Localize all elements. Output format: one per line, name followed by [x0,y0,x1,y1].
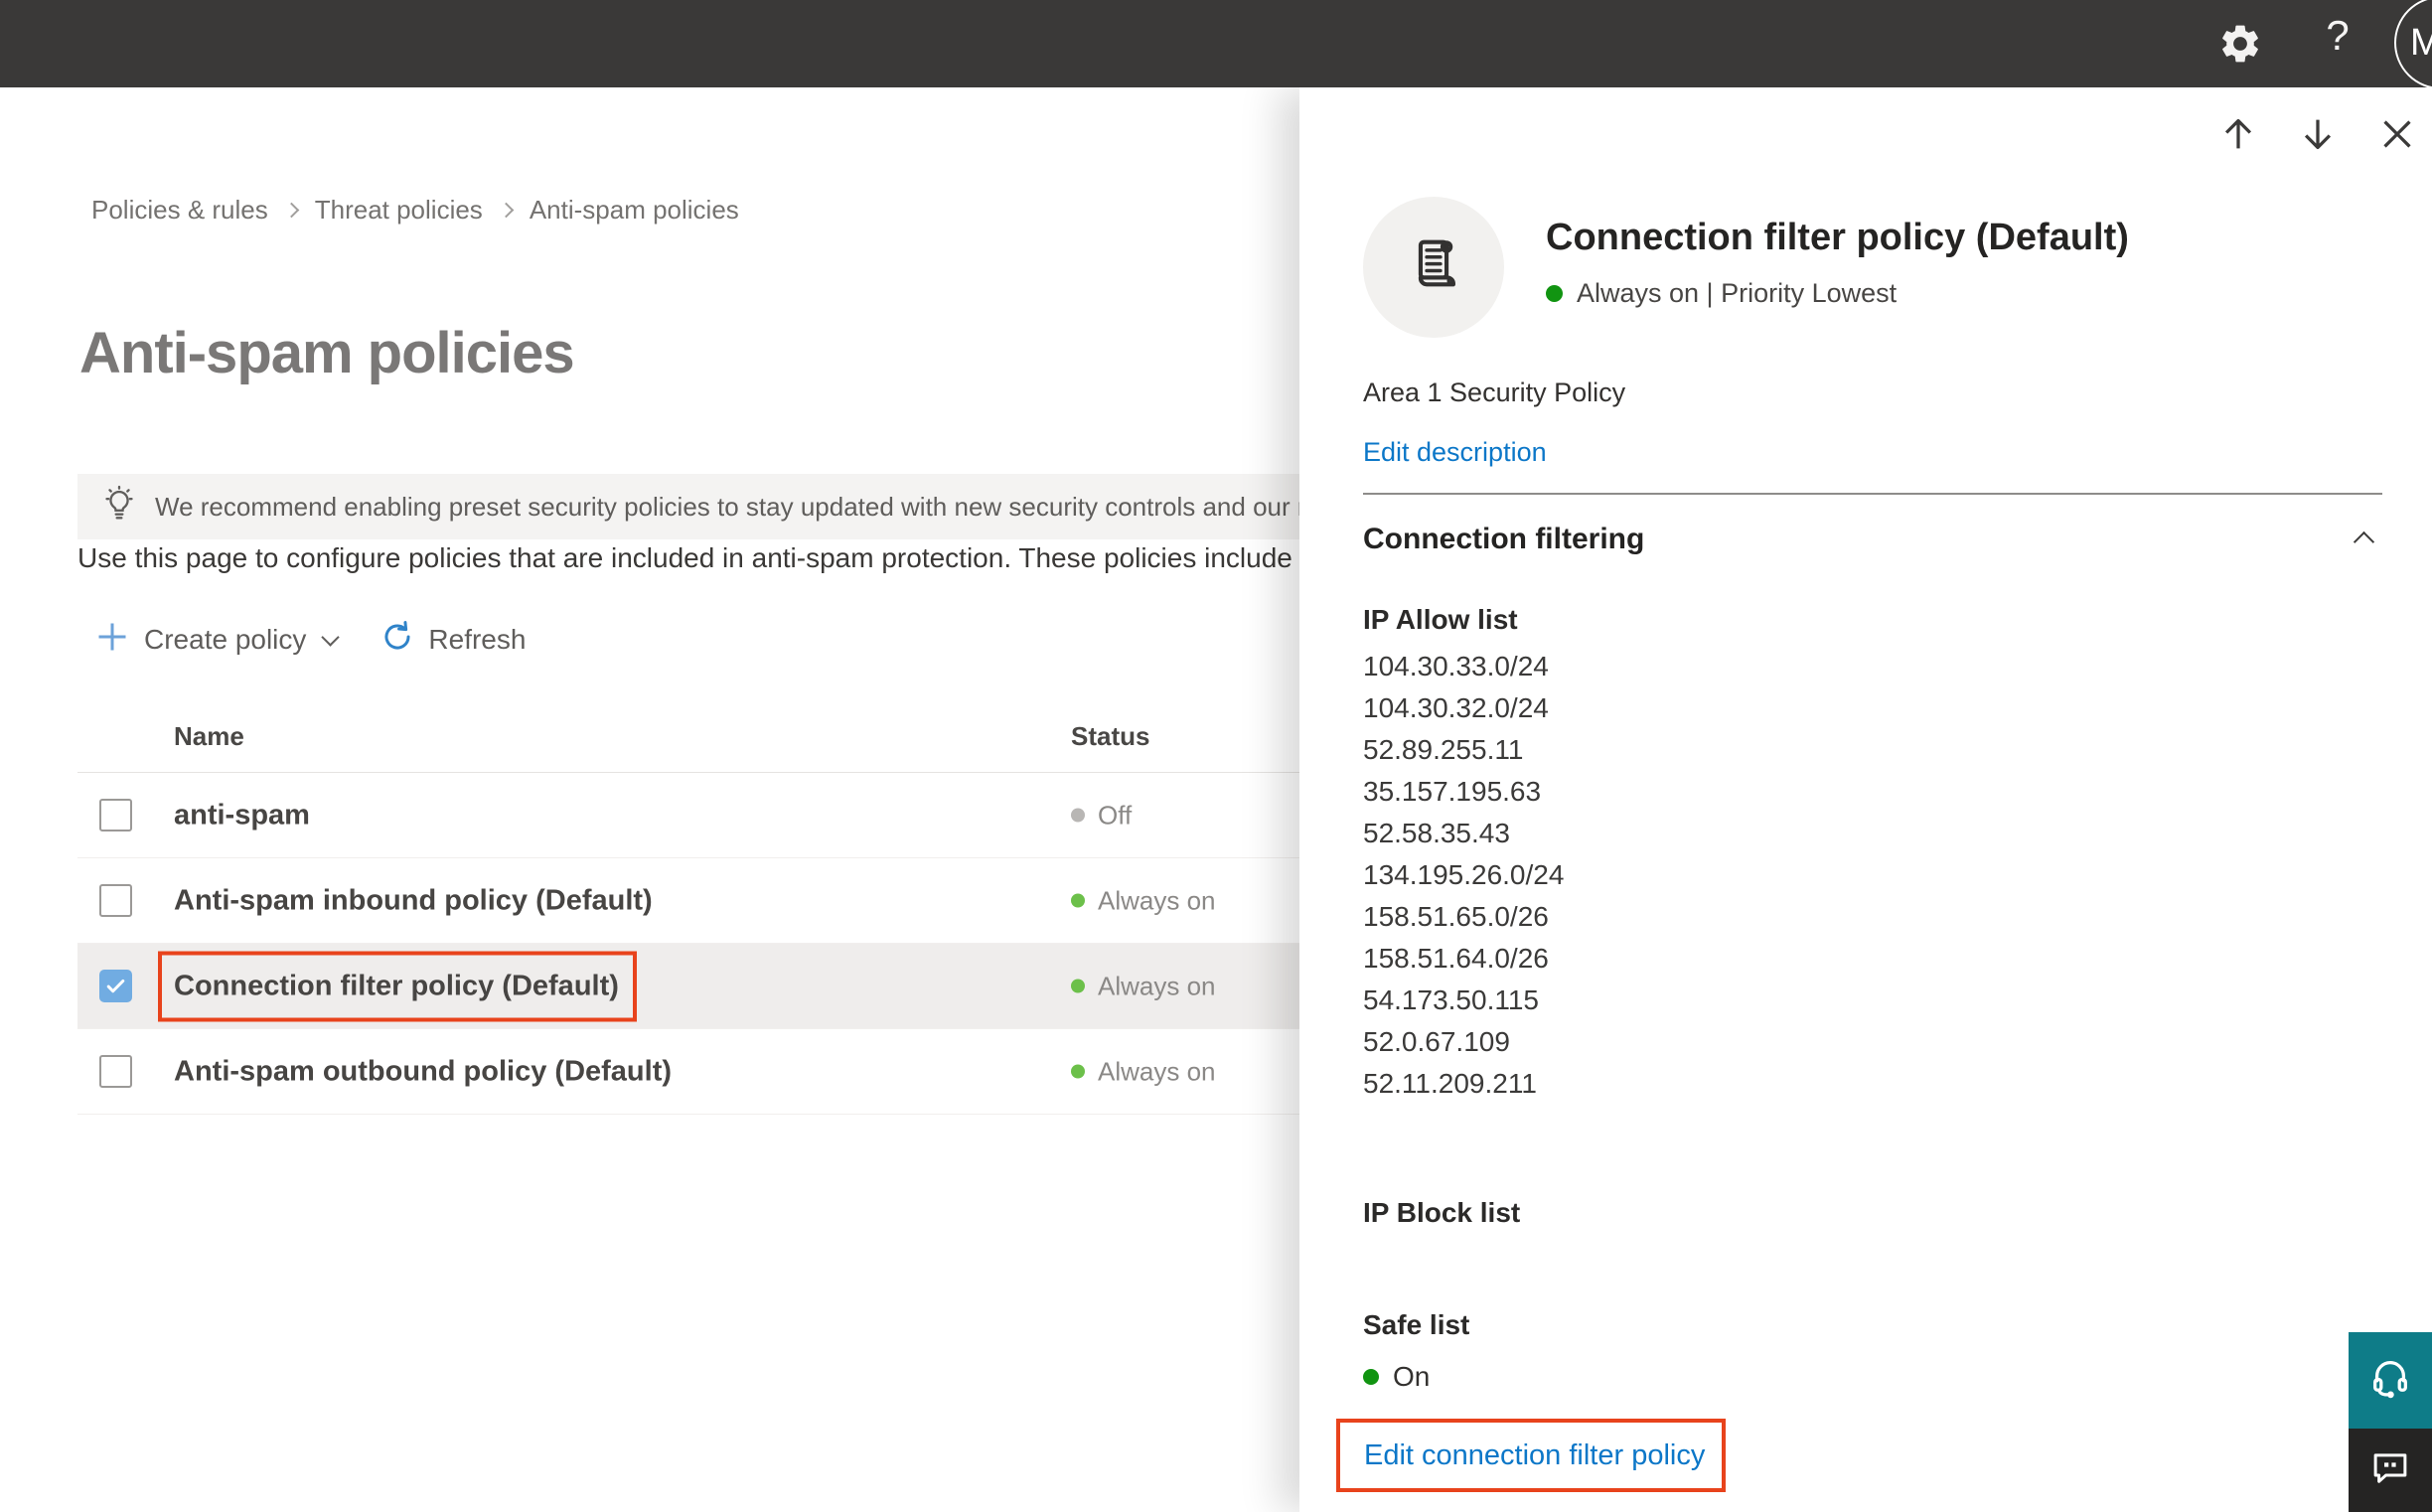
ip-allow-item: 134.195.26.0/24 [1363,859,1565,890]
panel-title: Connection filter policy (Default) [1546,217,2129,258]
page-title: Anti-spam policies [79,321,575,385]
ip-allow-item: 104.30.32.0/24 [1363,692,1549,723]
policy-name: Anti-spam inbound policy (Default) [174,884,653,916]
status-cell: Always on [1071,1056,1216,1087]
chevron-down-icon[interactable] [321,627,341,647]
ip-allow-item: 52.0.67.109 [1363,1026,1510,1057]
status-label: Always on [1098,885,1216,915]
ip-allow-item: 35.157.195.63 [1363,776,1542,807]
status-dot-icon [1071,1064,1085,1079]
status-dot-icon [1071,893,1085,908]
policy-name: anti-spam [174,799,310,831]
policy-scroll-icon [1401,232,1466,303]
status-label: Off [1098,800,1133,830]
chevron-right-icon [498,202,515,219]
policy-description: Area 1 Security Policy [1363,378,1626,407]
headset-icon [2367,1355,2413,1406]
status-dot-icon [1363,1369,1379,1385]
close-icon[interactable] [2374,111,2420,157]
status-dot-icon [1071,808,1085,823]
panel-status-line: Always on | Priority Lowest [1546,278,1897,309]
breadcrumb: Policies & rules Threat policies Anti-sp… [91,195,739,226]
status-cell: Always on [1071,885,1216,916]
previous-item-arrow-up-icon[interactable] [2215,111,2261,157]
breadcrumb-anti-spam-policies[interactable]: Anti-spam policies [530,195,739,226]
ip-allow-item: 52.58.35.43 [1363,818,1510,848]
feedback-button[interactable] [2349,1429,2432,1512]
row-checkbox[interactable] [99,1055,132,1088]
settings-gear-icon[interactable] [2217,21,2263,67]
policy-avatar-circle [1363,197,1504,338]
table-header-row: Name Status [77,695,1299,773]
row-checkbox[interactable] [99,799,132,832]
ip-allow-item: 104.30.33.0/24 [1363,651,1549,681]
table-row[interactable]: Anti-spam outbound policy (Default) Alway… [77,1029,1299,1115]
refresh-button[interactable]: Refresh [428,624,526,656]
panel-status-text: Always on | Priority Lowest [1577,278,1898,308]
table-row[interactable]: anti-spam Off [77,773,1299,858]
refresh-icon[interactable] [380,620,414,661]
policy-details-flyout: Connection filter policy (Default) Alway… [1299,87,2432,1512]
section-connection-filtering: Connection filtering [1363,523,1645,555]
table-row[interactable]: Anti-spam inbound policy (Default) Always… [77,858,1299,944]
policy-table: Name Status anti-spam Off Anti-spam inboun… [77,695,1299,1115]
policy-name: Anti-spam outbound policy (Default) [174,1055,673,1087]
banner-text: We recommend enabling preset security po… [155,491,1406,522]
feedback-chat-icon [2369,1447,2411,1494]
safe-list-heading: Safe list [1363,1309,1470,1340]
ip-allow-list: 104.30.33.0/24 104.30.32.0/24 52.89.255.11… [1363,646,1564,1105]
chevron-right-icon [283,202,300,219]
policy-name: Connection filter policy (Default) [158,951,637,1021]
lightbulb-icon [99,485,139,529]
ip-allow-item: 158.51.65.0/26 [1363,901,1549,932]
create-policy-button[interactable]: Create policy [144,624,306,656]
status-cell: Always on [1071,971,1216,1001]
breadcrumb-policies-rules[interactable]: Policies & rules [91,195,268,226]
breadcrumb-threat-policies[interactable]: Threat policies [315,195,483,226]
help-question-icon[interactable]: ? [2315,12,2360,72]
table-body: anti-spam Off Anti-spam inbound policy (De… [77,773,1299,1115]
app-window: ? M Policies & rules Threat policies Ant… [0,0,2432,1512]
status-label: Always on [1098,971,1216,1000]
support-headset-button[interactable] [2349,1332,2432,1429]
safe-list-status: On [1363,1361,1430,1393]
edit-description-link[interactable]: Edit description [1363,437,1547,468]
account-avatar[interactable]: M [2394,0,2432,89]
divider [1363,493,2382,495]
add-plus-icon[interactable] [94,619,130,662]
edit-connection-filter-policy-link[interactable]: Edit connection filter policy [1364,1439,1705,1472]
ip-allow-item: 52.11.209.211 [1363,1068,1537,1099]
next-item-arrow-down-icon[interactable] [2295,111,2341,157]
ip-allow-list-heading: IP Allow list [1363,604,1518,635]
status-cell: Off [1071,800,1132,831]
ip-allow-item: 52.89.255.11 [1363,734,1524,765]
ip-block-list-heading: IP Block list [1363,1197,1521,1228]
status-dot-icon [1071,979,1085,993]
column-header-status[interactable]: Status [1071,721,1149,752]
ip-allow-item: 54.173.50.115 [1363,984,1539,1015]
status-label: Always on [1098,1056,1216,1086]
status-dot-icon [1546,285,1563,302]
toolbar: Create policy Refresh [94,614,526,666]
row-checkbox[interactable] [99,884,132,917]
table-row[interactable]: Connection filter policy (Default) Always… [77,944,1299,1029]
ip-allow-item: 158.51.64.0/26 [1363,943,1549,974]
safe-list-status-text: On [1393,1361,1431,1392]
column-header-name[interactable]: Name [174,721,244,752]
top-bar: ? M [0,0,2432,89]
edit-policy-highlight-box: Edit connection filter policy [1336,1419,1726,1492]
row-checkbox[interactable] [99,970,132,1002]
chevron-up-icon[interactable] [2353,530,2375,553]
